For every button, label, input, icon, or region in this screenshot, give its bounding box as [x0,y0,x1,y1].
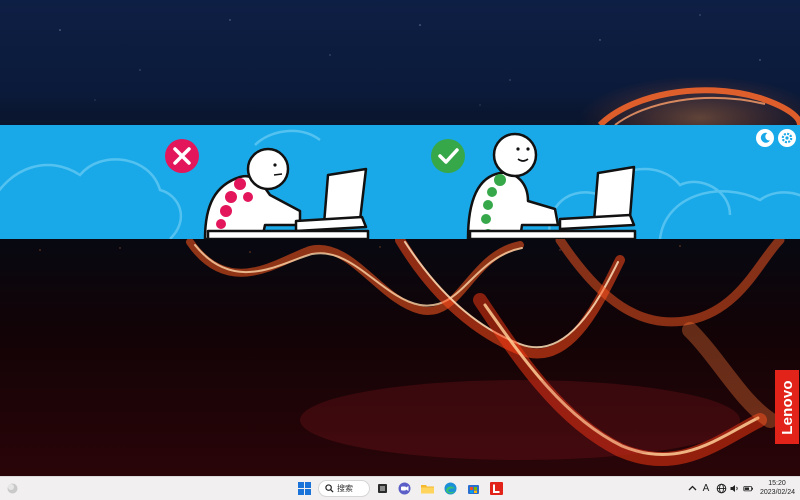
store-bag-icon [468,485,479,494]
start-button[interactable] [296,480,313,497]
chevron-up-icon [688,485,696,491]
battery-icon [742,486,753,492]
edge-icon [444,482,457,495]
network-button[interactable] [715,481,727,496]
gear-icon [781,132,793,144]
settings-button[interactable] [778,129,796,147]
weather-icon [7,483,18,494]
camera-chat-icon [398,482,411,495]
moon-icon [760,132,770,143]
input-method-label: A [702,483,710,494]
search-icon [325,484,334,493]
lenovo-l-icon [490,482,503,495]
volume-button[interactable] [728,481,740,496]
task-view-icon [378,484,387,493]
store-button[interactable] [465,480,482,497]
lenovo-logo: Lenovo [775,370,799,444]
lenovo-logo-text: Lenovo [778,379,796,435]
speaker-icon [730,485,738,492]
meet-button[interactable] [396,480,413,497]
lenovo-vantage-button[interactable] [488,480,505,497]
dark-mode-button[interactable] [756,129,774,147]
posture-illustration [0,129,800,239]
cross-icon [165,139,199,173]
file-explorer-button[interactable] [419,480,436,497]
posture-reminder-banner [0,125,800,239]
cloud-decoration [0,129,800,239]
edge-button[interactable] [442,480,459,497]
taskbar-search-box[interactable]: 搜索 [318,480,370,497]
battery-button[interactable] [741,481,755,496]
globe-icon [716,483,726,494]
input-method-indicator[interactable]: A [700,481,712,496]
clock-time: 15:20 [768,480,786,487]
show-hidden-icons-button[interactable] [686,481,698,496]
clock-date: 2023/02/24 [760,489,796,496]
search-label: 搜索 [337,484,353,493]
taskbar: 搜索 A 15:20 2023/02/24 [0,476,800,500]
check-icon [431,139,465,173]
upright-person-figure [466,132,560,239]
folder-icon [421,485,434,494]
task-view-button[interactable] [374,480,391,497]
system-clock[interactable]: 15:20 2023/02/24 [760,479,796,497]
windows-logo-icon [298,482,311,495]
widgets-button[interactable] [4,480,21,497]
